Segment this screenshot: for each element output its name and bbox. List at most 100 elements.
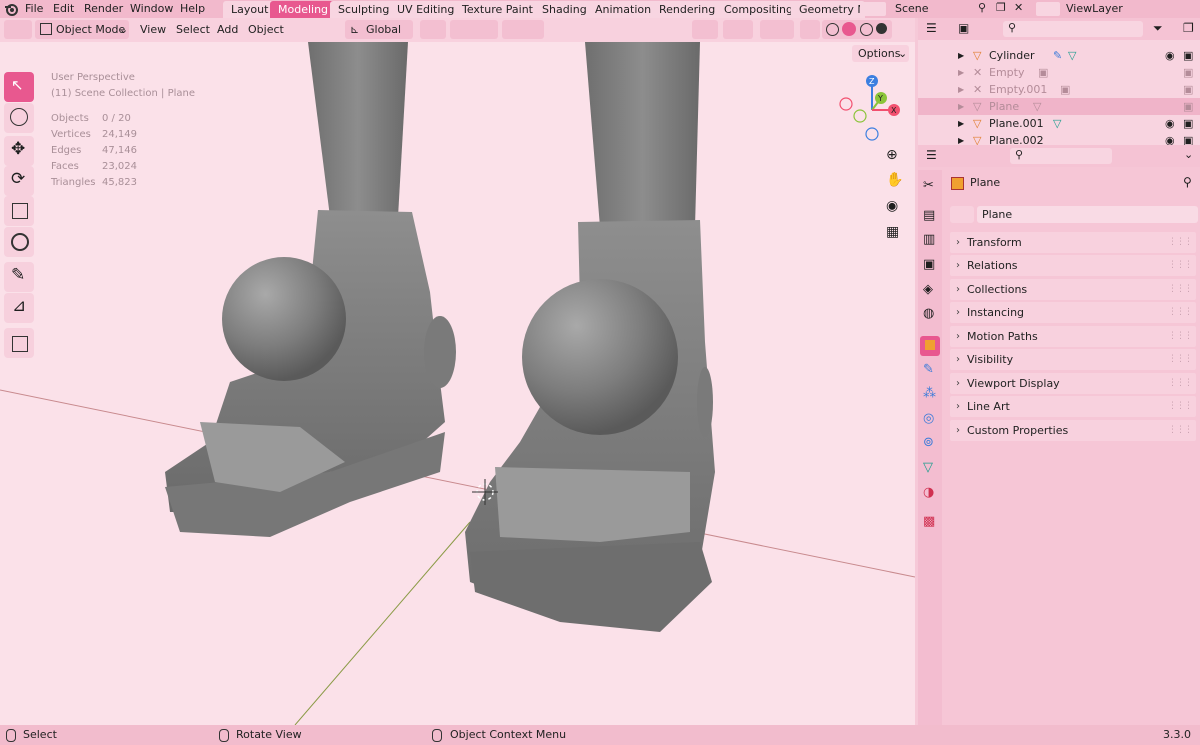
- cursor-tool-icon[interactable]: [4, 103, 34, 133]
- solid-shading-icon[interactable]: [842, 22, 856, 36]
- pivot-dropdown[interactable]: [420, 20, 446, 39]
- outliner-search-input[interactable]: ⚲: [1003, 21, 1143, 37]
- tool-tab-icon[interactable]: ✂: [920, 177, 940, 197]
- outliner-row[interactable]: ▶ ✕ Empty ▣ ▣: [918, 64, 1200, 81]
- panel-relations[interactable]: › Relations ⋮⋮⋮: [950, 255, 1196, 276]
- camera-icon[interactable]: ▣: [1183, 98, 1193, 115]
- add-menu[interactable]: Add: [217, 21, 238, 39]
- camera-icon[interactable]: ▣: [1183, 115, 1193, 132]
- eye-icon[interactable]: ◉: [1165, 115, 1175, 132]
- overlay-toggle[interactable]: [760, 20, 794, 39]
- xray-toggle[interactable]: [800, 20, 820, 39]
- blender-logo-icon[interactable]: [4, 2, 18, 16]
- panel-custom-properties[interactable]: › Custom Properties ⋮⋮⋮: [950, 420, 1196, 441]
- panel-visibility[interactable]: › Visibility ⋮⋮⋮: [950, 349, 1196, 370]
- wireframe-shading-icon[interactable]: [826, 23, 839, 36]
- rendered-shading-icon[interactable]: [876, 23, 887, 34]
- snap-toggle[interactable]: [450, 20, 498, 39]
- annotate-tool-icon[interactable]: ✎: [4, 262, 34, 292]
- panel-instancing[interactable]: › Instancing ⋮⋮⋮: [950, 302, 1196, 323]
- pin-icon[interactable]: ⚲: [1183, 175, 1192, 189]
- constraints-tab-icon[interactable]: ⊚: [920, 434, 940, 454]
- navigation-gizmo[interactable]: Z Y X: [835, 72, 910, 147]
- filter-icon[interactable]: ⏷: [1153, 21, 1163, 36]
- transform-tool-icon[interactable]: [4, 227, 34, 257]
- tab-rendering[interactable]: Rendering: [651, 1, 724, 18]
- camera-icon[interactable]: ◉: [886, 198, 898, 214]
- 3d-viewport[interactable]: User Perspective (11) Scene Collection |…: [0, 42, 915, 725]
- tab-compositing[interactable]: Compositing: [716, 1, 801, 18]
- tab-texture-paint[interactable]: Texture Paint: [454, 1, 541, 18]
- tab-sculpting[interactable]: Sculpting: [330, 1, 398, 18]
- view-layer-name[interactable]: ViewLayer: [1066, 0, 1123, 18]
- display-mode-icon[interactable]: ☰: [926, 21, 937, 35]
- outliner-row[interactable]: ▶ ▽ Plane ▽ ▣: [918, 98, 1200, 115]
- object-browse-button[interactable]: [950, 206, 974, 223]
- rotate-tool-icon[interactable]: ⟳: [4, 166, 34, 196]
- view-layer-tab-icon[interactable]: ▣: [920, 256, 940, 276]
- outliner-row[interactable]: ▶ ▽ Plane.002 ◉ ▣: [918, 132, 1200, 145]
- zoom-icon[interactable]: ⊕: [886, 147, 898, 163]
- view-menu[interactable]: View: [140, 21, 166, 39]
- view-layer-icon[interactable]: [1036, 2, 1060, 16]
- output-tab-icon[interactable]: ▥: [920, 231, 940, 251]
- outliner[interactable]: ☰ ▣ ⚲ ⏷ ❐ ▶ ▽ Cylinder ✎ ▽ ◉ ▣ ▶ ✕ Empty…: [918, 18, 1200, 145]
- menu-render[interactable]: Render: [84, 0, 123, 18]
- object-name-field[interactable]: Plane: [977, 206, 1198, 223]
- scene-icon[interactable]: [860, 2, 886, 16]
- render-tab-icon[interactable]: ▤: [920, 207, 940, 227]
- hand-icon[interactable]: ✋: [886, 172, 903, 188]
- physics-tab-icon[interactable]: ◎: [920, 410, 940, 430]
- outliner-row[interactable]: ▶ ▽ Cylinder ✎ ▽ ◉ ▣: [918, 47, 1200, 64]
- particles-tab-icon[interactable]: ⁂: [920, 385, 940, 405]
- new-collection-icon[interactable]: ❐: [1183, 21, 1194, 35]
- scene-name[interactable]: Scene: [895, 0, 929, 18]
- editor-type-icon[interactable]: ☰: [926, 148, 937, 162]
- scene-tab-icon[interactable]: ◈: [920, 281, 940, 301]
- world-tab-icon[interactable]: ◍: [920, 305, 940, 325]
- modifier-tab-icon[interactable]: ✎: [920, 361, 940, 381]
- outliner-row[interactable]: ▶ ✕ Empty.001 ▣ ▣: [918, 81, 1200, 98]
- object-tab-icon[interactable]: [920, 336, 940, 356]
- material-tab-icon[interactable]: ◑: [920, 484, 940, 504]
- shading-modes[interactable]: [822, 20, 892, 39]
- properties-search-input[interactable]: ⚲: [1010, 148, 1112, 164]
- tab-layout[interactable]: Layout: [223, 1, 277, 18]
- camera-icon[interactable]: ▣: [1183, 132, 1193, 145]
- chevron-down-icon[interactable]: ⌄: [1184, 148, 1193, 161]
- camera-icon[interactable]: ▣: [1183, 64, 1193, 81]
- camera-icon[interactable]: ▣: [1183, 81, 1193, 98]
- texture-tab-icon[interactable]: ▩: [920, 513, 940, 533]
- add-cube-tool-icon[interactable]: [4, 328, 34, 358]
- panel-motion-paths[interactable]: › Motion Paths ⋮⋮⋮: [950, 326, 1196, 347]
- panel-line-art[interactable]: › Line Art ⋮⋮⋮: [950, 396, 1196, 417]
- menu-edit[interactable]: Edit: [53, 0, 74, 18]
- new-scene-icon[interactable]: ❐: [996, 1, 1006, 14]
- select-menu[interactable]: Select: [176, 21, 210, 39]
- menu-window[interactable]: Window: [130, 0, 173, 18]
- delete-scene-icon[interactable]: ✕: [1014, 1, 1023, 14]
- menu-file[interactable]: File: [25, 0, 43, 18]
- tab-shading[interactable]: Shading: [534, 1, 595, 18]
- menu-help[interactable]: Help: [180, 0, 205, 18]
- visibility-dropdown[interactable]: [692, 20, 718, 39]
- filter-image-icon[interactable]: ▣: [958, 21, 969, 35]
- eye-icon[interactable]: ◉: [1165, 47, 1175, 64]
- camera-icon[interactable]: ▣: [1183, 47, 1193, 64]
- outliner-row[interactable]: ▶ ▽ Plane.001 ▽ ◉ ▣: [918, 115, 1200, 132]
- scale-tool-icon[interactable]: [4, 196, 34, 226]
- pin-icon[interactable]: ⚲: [978, 1, 986, 14]
- tab-animation[interactable]: Animation: [587, 1, 660, 18]
- panel-viewport-display[interactable]: › Viewport Display ⋮⋮⋮: [950, 373, 1196, 394]
- tab-uv-editing[interactable]: UV Editing: [389, 1, 463, 18]
- tab-geometry-nodes[interactable]: Geometry N: [791, 1, 865, 18]
- proportional-edit-toggle[interactable]: [502, 20, 544, 39]
- panel-collections[interactable]: › Collections ⋮⋮⋮: [950, 279, 1196, 300]
- material-shading-icon[interactable]: [860, 23, 873, 36]
- data-tab-icon[interactable]: ▽: [920, 459, 940, 479]
- options-button[interactable]: Options ⌄: [852, 45, 909, 62]
- measure-tool-icon[interactable]: ⊿: [4, 293, 34, 323]
- tab-modeling[interactable]: Modeling: [270, 1, 337, 18]
- panel-transform[interactable]: › Transform ⋮⋮⋮: [950, 232, 1196, 253]
- editor-type-button[interactable]: [4, 20, 32, 39]
